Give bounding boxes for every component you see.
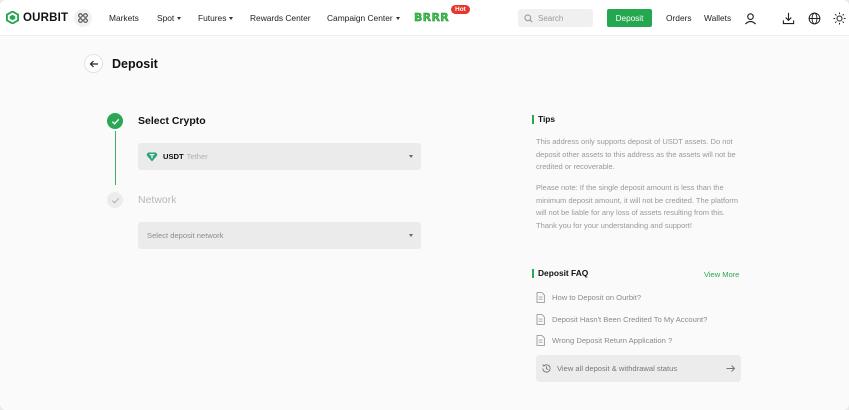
- crypto-symbol: USDT: [163, 152, 184, 161]
- step-network-label: Network: [138, 194, 177, 206]
- faq-item-label: How to Deposit on Ourbit?: [552, 293, 642, 302]
- user-button[interactable]: [743, 11, 757, 25]
- search-placeholder: Search: [538, 13, 564, 23]
- app-frame: OURBIT Markets Spot Futures Rewards Cent…: [0, 0, 849, 410]
- language-button[interactable]: [807, 11, 821, 25]
- document-icon: [536, 314, 545, 325]
- document-icon: [536, 335, 545, 346]
- dropdown-caret-icon: [409, 234, 413, 237]
- crypto-name: Tether: [186, 152, 208, 161]
- brand-logo[interactable]: OURBIT: [6, 11, 68, 24]
- network-select[interactable]: Select deposit network: [138, 222, 421, 249]
- back-button[interactable]: [84, 54, 103, 73]
- view-more-link[interactable]: View More: [704, 270, 739, 279]
- nav-markets[interactable]: Markets: [109, 13, 139, 23]
- user-icon: [744, 12, 756, 24]
- nav-spot-label: Spot: [157, 13, 175, 23]
- nav-rewards-center[interactable]: Rewards Center: [250, 13, 311, 23]
- arrow-right-icon: [726, 365, 736, 372]
- promo-brrr-link[interactable]: BRRR: [414, 11, 449, 24]
- download-button[interactable]: [781, 11, 795, 25]
- nav-wallets[interactable]: Wallets: [704, 13, 731, 23]
- theme-sun-icon: [832, 11, 846, 25]
- brand-name: OURBIT: [23, 11, 69, 24]
- nav-campaign-label: Campaign Center: [327, 13, 393, 23]
- nav-futures[interactable]: Futures: [198, 13, 234, 23]
- faq-item[interactable]: Wrong Deposit Return Application ?: [536, 335, 672, 346]
- theme-toggle-button[interactable]: [832, 11, 846, 25]
- download-icon: [782, 12, 794, 24]
- chevron-down-icon: [229, 17, 234, 21]
- hot-badge: Hot: [451, 5, 470, 14]
- step-pending-icon: [107, 192, 123, 208]
- step-complete-icon: [107, 113, 123, 129]
- nav-markets-label: Markets: [109, 13, 139, 23]
- top-navbar: OURBIT Markets Spot Futures Rewards Cent…: [0, 0, 849, 36]
- deposit-status-label: View all deposit & withdrawal status: [557, 364, 678, 373]
- network-placeholder: Select deposit network: [147, 231, 224, 240]
- document-icon: [536, 292, 545, 303]
- tips-title: Tips: [532, 115, 555, 124]
- check-icon: [111, 118, 119, 125]
- history-clock-icon: [542, 364, 551, 373]
- chevron-down-icon: [395, 17, 400, 21]
- apps-icon: [78, 13, 88, 23]
- chevron-down-icon: [177, 17, 182, 21]
- apps-menu-button[interactable]: [74, 9, 92, 27]
- nav-futures-label: Futures: [198, 13, 227, 23]
- nav-rewards-label: Rewards Center: [250, 13, 311, 23]
- nav-deposit-button[interactable]: Deposit: [607, 9, 652, 27]
- faq-title: Deposit FAQ: [532, 269, 588, 278]
- tips-paragraph-2: Please note: If the single deposit amoun…: [536, 183, 739, 230]
- search-icon: [524, 13, 533, 23]
- nav-spot[interactable]: Spot: [157, 13, 182, 23]
- step-connector: [114, 131, 116, 185]
- page-title: Deposit: [112, 57, 158, 71]
- check-icon: [111, 197, 119, 204]
- globe-icon: [808, 12, 820, 24]
- faq-item[interactable]: Deposit Hasn't Been Credited To My Accou…: [536, 314, 707, 325]
- tether-gem-icon: [146, 152, 158, 162]
- search-input[interactable]: Search: [518, 9, 593, 27]
- dropdown-caret-icon: [409, 155, 413, 158]
- nav-campaign-center[interactable]: Campaign Center: [327, 13, 400, 23]
- ourbit-logo-icon: [6, 11, 19, 24]
- arrow-left-icon: [89, 60, 98, 67]
- crypto-select[interactable]: USDT Tether: [138, 143, 421, 170]
- tips-paragraph-1: This address only supports deposit of US…: [536, 137, 736, 172]
- faq-item[interactable]: How to Deposit on Ourbit?: [536, 292, 641, 303]
- faq-item-label: Wrong Deposit Return Application ?: [552, 336, 673, 345]
- nav-orders[interactable]: Orders: [666, 13, 692, 23]
- step-select-crypto-label: Select Crypto: [138, 115, 206, 127]
- deposit-status-link[interactable]: View all deposit & withdrawal status: [536, 355, 741, 382]
- faq-item-label: Deposit Hasn't Been Credited To My Accou…: [552, 315, 708, 324]
